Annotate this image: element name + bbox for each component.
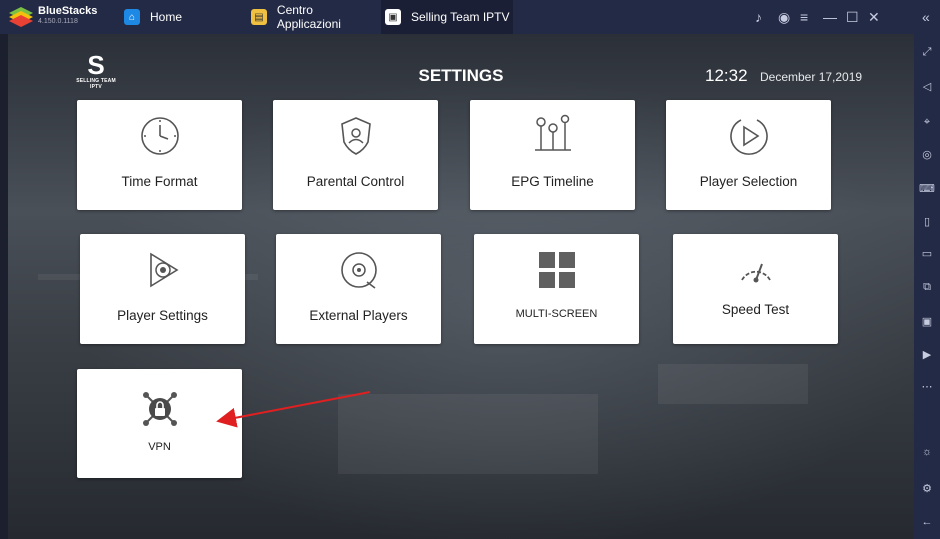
tab-selling-team[interactable]: ▣ Selling Team IPTV xyxy=(381,0,513,34)
volume-icon[interactable]: ◁ xyxy=(914,79,940,95)
tab-app-center[interactable]: ▤ Centro Applicazioni xyxy=(247,0,379,34)
collapse-sidebar-icon[interactable]: « xyxy=(922,0,930,34)
account-icon[interactable]: ◉ xyxy=(778,0,790,34)
app-screen: S SELLING TEAM IPTV SETTINGS 12:32 Decem… xyxy=(8,34,914,539)
app-center-icon: ▤ xyxy=(251,9,267,25)
minimize-button[interactable]: — xyxy=(823,0,837,34)
macro-icon[interactable]: ▭ xyxy=(914,246,940,262)
close-button[interactable]: ✕ xyxy=(868,0,880,34)
tab-label: Selling Team IPTV xyxy=(411,10,510,24)
app-icon: ▣ xyxy=(385,9,401,25)
right-toolbar: ⤢ ◁ ⌖ ◎ ⌨ ▯ ▭ ⧉ ▣ ▶ ⋯ ☼ ⚙ ← xyxy=(914,34,940,539)
fullscreen-icon[interactable]: ⤢ xyxy=(914,44,940,60)
apk-install-icon[interactable]: ▯ xyxy=(914,214,940,230)
maximize-button[interactable]: ☐ xyxy=(846,0,859,34)
back-icon[interactable]: ← xyxy=(914,514,940,530)
record-icon[interactable]: ▶ xyxy=(914,347,940,363)
multi-instance-icon[interactable]: ⧉ xyxy=(914,279,940,295)
eye-icon[interactable]: ◎ xyxy=(914,147,940,163)
keymap-icon[interactable]: ⌖ xyxy=(914,114,940,130)
settings-icon[interactable]: ⚙ xyxy=(914,481,940,497)
tab-label: Home xyxy=(150,10,183,24)
home-icon: ⌂ xyxy=(124,9,140,25)
window-title-bar: BlueStacks 4.150.0.1118 ⌂ Home ▤ Centro … xyxy=(0,0,940,34)
bluestacks-logo-icon xyxy=(9,7,33,27)
tab-home[interactable]: ⌂ Home xyxy=(116,0,242,34)
brand-version: 4.150.0.1118 xyxy=(38,18,78,25)
brand-name: BlueStacks xyxy=(38,5,98,17)
screenshot-icon[interactable]: ▣ xyxy=(914,314,940,330)
more-icon[interactable]: ⋯ xyxy=(914,379,940,395)
annotation-arrow xyxy=(216,391,371,428)
bell-icon[interactable]: ♪ xyxy=(755,0,762,34)
tab-label: Centro Applicazioni xyxy=(276,3,341,31)
menu-icon[interactable]: ≡ xyxy=(800,0,808,34)
brightness-icon[interactable]: ☼ xyxy=(914,444,940,460)
keyboard-icon[interactable]: ⌨ xyxy=(914,181,940,197)
